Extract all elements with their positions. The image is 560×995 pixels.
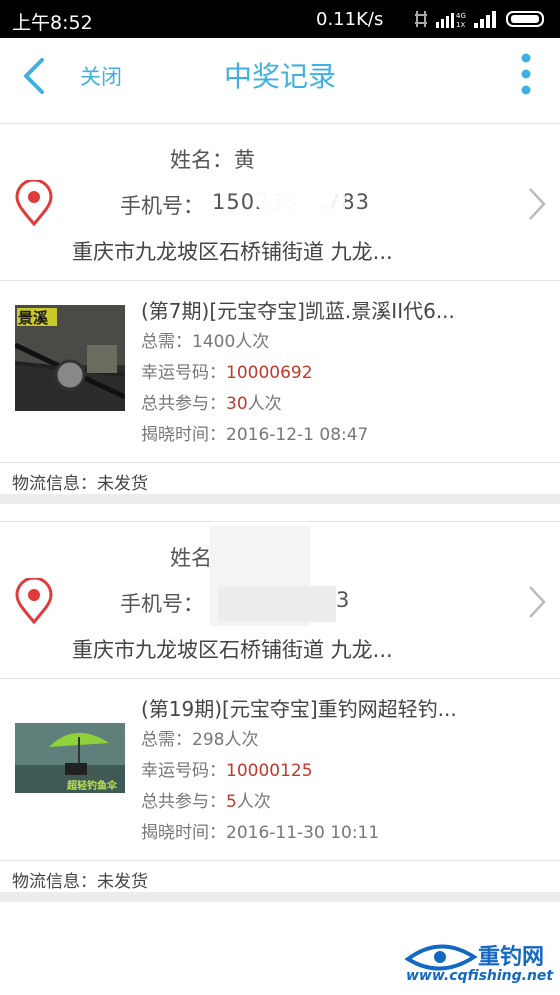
logistics-status: 物流信息：未发货 [12, 474, 148, 494]
name-value: 黄 [234, 148, 255, 172]
product-item[interactable]: 超轻钓鱼伞 (第19期)[元宝夺宝]重钓网超轻钓... 总需：298人次 幸运号… [0, 679, 560, 859]
address-text: 重庆市九龙坡区石桥铺街道 九龙... [72, 240, 393, 264]
lucky-number: 幸运号码：10000692 [141, 363, 313, 383]
participation: 总共参与：30人次 [141, 394, 282, 414]
thumbnail-caption: 超轻钓鱼伞 [67, 781, 117, 792]
product-thumbnail: 景溪 [15, 305, 125, 411]
status-icons: 4G 1X [414, 9, 548, 29]
product-thumbnail: 超轻钓鱼伞 [15, 723, 125, 793]
battery-icon [506, 11, 544, 27]
participation: 总共参与：5人次 [141, 792, 271, 812]
chevron-right-icon [529, 188, 546, 220]
privacy-blur [300, 182, 345, 218]
lucky-number: 幸运号码：10000125 [141, 761, 313, 781]
phone-label: 手机号： [120, 194, 204, 218]
total-needed: 总需：1400人次 [141, 332, 270, 352]
product-item[interactable]: 景溪 (第7期)[元宝夺宝]凯蓝.景溪II代6... 总需：1400人次 幸运号… [0, 281, 560, 461]
status-bar: 上午8:52 0.11K/s 4G 1X [0, 0, 560, 38]
section-separator [0, 892, 560, 902]
signal-icon [474, 11, 496, 28]
watermark-brand: 重钓网 [478, 945, 545, 970]
privacy-blur [218, 586, 336, 622]
svg-text:1X: 1X [456, 21, 465, 28]
name-label: 姓名 [170, 546, 212, 570]
vibrate-icon [415, 11, 427, 27]
nav-bar: 关闭 中奖记录 [0, 38, 560, 122]
logistics-status: 物流信息：未发货 [12, 872, 148, 892]
page-title: 中奖记录 [223, 60, 336, 93]
reveal-time: 揭晓时间：2016-11-30 10:11 [141, 823, 380, 843]
chevron-right-icon [529, 586, 546, 618]
address-row[interactable]: 姓名： 黄 手机号： 15023394783 重庆市九龙坡区石桥铺街道 九龙..… [0, 124, 560, 280]
location-pin-icon [15, 180, 53, 226]
status-time: 上午8:52 [12, 12, 93, 34]
section-separator [0, 494, 560, 504]
reveal-time: 揭晓时间：2016-12-1 08:47 [141, 425, 369, 445]
network-speed: 0.11K/s [316, 9, 384, 30]
name-label: 姓名： [170, 148, 233, 172]
product-title: (第19期)[元宝夺宝]重钓网超轻钓... [141, 697, 457, 721]
total-needed: 总需：298人次 [141, 730, 259, 750]
signal-4g-icon: 4G1X [436, 12, 466, 28]
product-title: (第7期)[元宝夺宝]凯蓝.景溪II代6... [141, 299, 455, 323]
address-row[interactable]: 姓名 手机号： 3 重庆市九龙坡区石桥铺街道 九龙... [0, 522, 560, 678]
phone-label: 手机号： [120, 592, 204, 616]
location-pin-icon [15, 578, 53, 624]
divider [0, 462, 560, 463]
more-vertical-icon[interactable] [518, 52, 534, 96]
divider [0, 860, 560, 861]
phone-value: 3 [336, 588, 350, 612]
watermark-url: www.cqfishing.net [406, 968, 554, 984]
address-text: 重庆市九龙坡区石桥铺街道 九龙... [72, 638, 393, 662]
thumbnail-caption: 景溪 [18, 309, 49, 327]
svg-text:4G: 4G [456, 12, 466, 20]
